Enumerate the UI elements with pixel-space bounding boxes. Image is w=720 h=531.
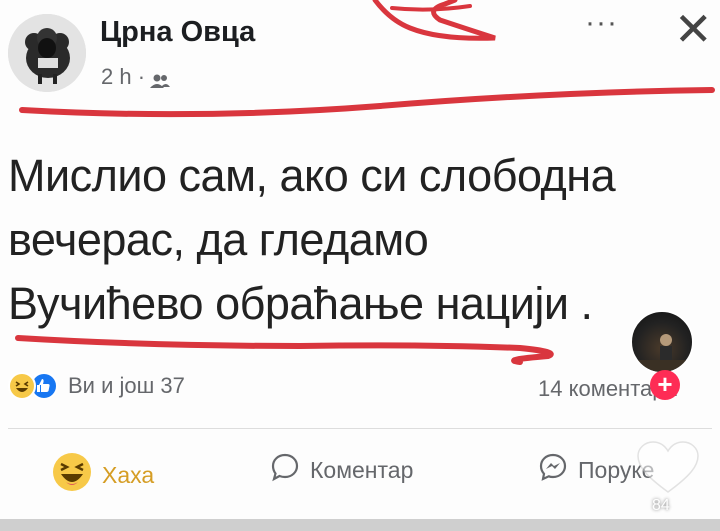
black-sheep-icon: [8, 14, 86, 92]
post-time[interactable]: 2 h ·: [101, 64, 145, 90]
follow-button[interactable]: +: [650, 370, 680, 400]
comment-label: Коментар: [310, 456, 414, 483]
reactions-text[interactable]: Ви и још 37: [68, 373, 185, 399]
comment-icon: [270, 452, 300, 488]
page-avatar[interactable]: [8, 14, 86, 92]
haha-reaction-icon: [8, 372, 36, 400]
haha-icon: [52, 452, 92, 498]
heart-icon[interactable]: [636, 440, 700, 496]
more-options-button[interactable]: ···: [585, 8, 618, 38]
close-button[interactable]: ✕: [674, 6, 713, 52]
haha-label: Хаха: [102, 461, 155, 488]
post-text-line: Вучићево обраћање нацији .: [8, 278, 593, 329]
page-name[interactable]: Црна Овца: [100, 16, 255, 49]
post-text-line: Мислио сам, ако си слободна: [8, 150, 616, 201]
comment-button[interactable]: Коментар: [270, 452, 413, 488]
like-count: 84: [652, 497, 670, 514]
messenger-icon: [538, 452, 568, 488]
reactions-summary[interactable]: Ви и још 37: [8, 372, 185, 400]
divider: [8, 428, 712, 429]
post-meta: 2 h ·: [101, 64, 171, 90]
creator-avatar[interactable]: [630, 310, 694, 374]
haha-button[interactable]: Хаха: [52, 452, 154, 498]
post-text: Мислио сам, ако си слободна вечерас, да …: [8, 144, 708, 336]
facebook-post: Црна Овца 2 h · ··· ✕ Мислио сам, ако си…: [0, 0, 720, 531]
post-text-line: вечерас, да гледамо: [8, 214, 429, 265]
bottom-strip: [0, 519, 720, 531]
friends-icon: [149, 69, 171, 88]
